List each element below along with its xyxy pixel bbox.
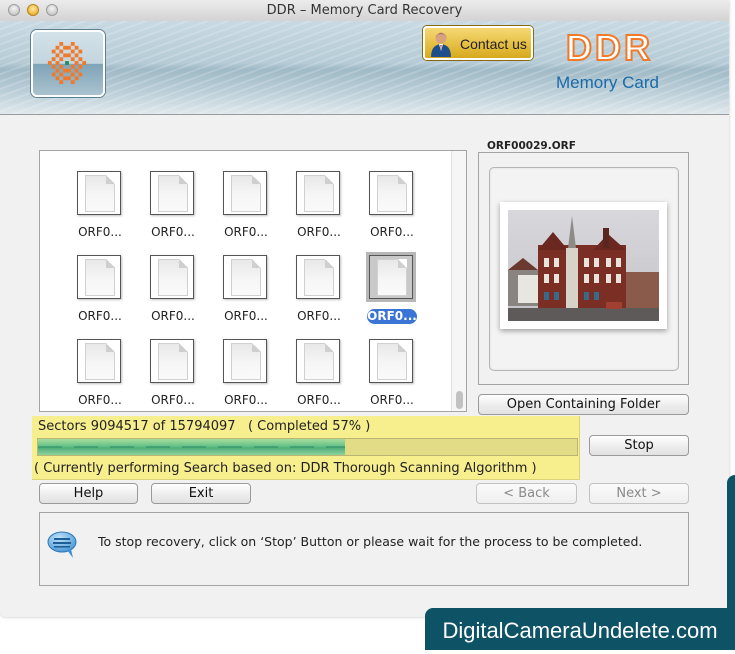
file-name: ORF0...: [78, 393, 122, 407]
building-photo: [508, 210, 659, 321]
progress-panel: Sectors 9094517 of 15794097 ( Completed …: [32, 416, 580, 480]
document-icon: [369, 255, 413, 299]
file-name: ORF0...: [224, 225, 268, 239]
document-icon: [296, 255, 340, 299]
progress-bar: [37, 438, 578, 456]
stop-button[interactable]: Stop: [589, 435, 689, 456]
file-tile[interactable]: ORF0...: [216, 339, 276, 411]
preview-filename: ORF00029.ORF: [484, 140, 579, 152]
preview-image: [500, 202, 667, 329]
file-name: ORF0...: [151, 309, 195, 323]
watermark-strip: [727, 475, 735, 615]
file-name: ORF0...: [370, 393, 414, 407]
logo-icon: [47, 42, 87, 84]
document-icon: [223, 171, 267, 215]
document-icon: [296, 339, 340, 383]
file-tile[interactable]: ORF0...: [70, 339, 130, 411]
header-banner: Contact us DDR Memory Card: [0, 21, 729, 115]
file-tile[interactable]: ORF0...: [216, 171, 276, 251]
brand-subtitle: Memory Card: [556, 73, 659, 92]
speech-bubble-icon: [47, 531, 77, 558]
file-tile[interactable]: ORF0...: [362, 171, 422, 251]
file-grid-scrollbar[interactable]: [451, 151, 466, 411]
file-name: ORF0...: [224, 393, 268, 407]
file-tile[interactable]: ORF0...: [289, 255, 349, 335]
file-tile[interactable]: ORF0...: [362, 339, 422, 411]
file-name: ORF0...: [367, 309, 417, 324]
document-icon: [223, 339, 267, 383]
exit-button[interactable]: Exit: [151, 483, 251, 504]
info-message: To stop recovery, click on ‘Stop’ Button…: [98, 534, 643, 549]
scrollbar-thumb[interactable]: [456, 391, 463, 409]
file-tile[interactable]: ORF0...: [70, 255, 130, 335]
contact-us-label: Contact us: [460, 36, 527, 52]
document-icon: [150, 339, 194, 383]
algorithm-status: ( Currently performing Search based on: …: [34, 461, 537, 476]
next-button[interactable]: Next >: [589, 483, 689, 504]
document-icon: [77, 255, 121, 299]
file-tile[interactable]: ORF0...: [70, 171, 130, 251]
file-name: ORF0...: [297, 309, 341, 323]
file-name: ORF0...: [224, 309, 268, 323]
file-tile[interactable]: ORF0...: [143, 171, 203, 251]
info-box: [39, 512, 689, 586]
document-icon: [77, 339, 121, 383]
sectors-status: Sectors 9094517 of 15794097 ( Completed …: [38, 419, 371, 434]
file-name: ORF0...: [151, 225, 195, 239]
file-tile[interactable]: ORF0...: [143, 255, 203, 335]
file-tile[interactable]: ORF0...: [216, 255, 276, 335]
file-name: ORF0...: [297, 225, 341, 239]
open-containing-folder-button[interactable]: Open Containing Folder: [478, 394, 689, 415]
file-name: ORF0...: [78, 225, 122, 239]
document-icon: [369, 339, 413, 383]
document-icon: [369, 171, 413, 215]
recovered-files-grid[interactable]: ORF0... ORF0... ORF0... ORF0... ORF0... ORF0.…: [39, 150, 467, 412]
help-button[interactable]: Help: [39, 483, 138, 504]
document-icon: [223, 255, 267, 299]
document-icon: [150, 255, 194, 299]
document-icon: [296, 171, 340, 215]
document-icon: [77, 171, 121, 215]
contact-us-button[interactable]: Contact us: [423, 26, 533, 60]
watermark: DigitalCameraUndelete.com: [425, 608, 735, 650]
app-logo: [31, 30, 105, 97]
title-bar: DDR – Memory Card Recovery: [0, 0, 729, 22]
file-tile[interactable]: ORF0...: [289, 339, 349, 411]
file-name: ORF0...: [297, 393, 341, 407]
person-icon: [431, 32, 451, 57]
brand-name: DDR: [565, 27, 653, 68]
progress-fill: [38, 439, 346, 455]
file-name: ORF0...: [370, 225, 414, 239]
back-button[interactable]: < Back: [476, 483, 577, 504]
window-title: DDR – Memory Card Recovery: [266, 3, 463, 18]
document-icon: [150, 171, 194, 215]
file-name: ORF0...: [151, 393, 195, 407]
file-tile[interactable]: ORF0...: [289, 171, 349, 251]
app-window: DDR – Memory Card Recovery Contact us DD…: [0, 0, 729, 617]
file-tile[interactable]: ORF0...: [362, 255, 422, 335]
file-tile[interactable]: ORF0...: [143, 339, 203, 411]
file-name: ORF0...: [78, 309, 122, 323]
